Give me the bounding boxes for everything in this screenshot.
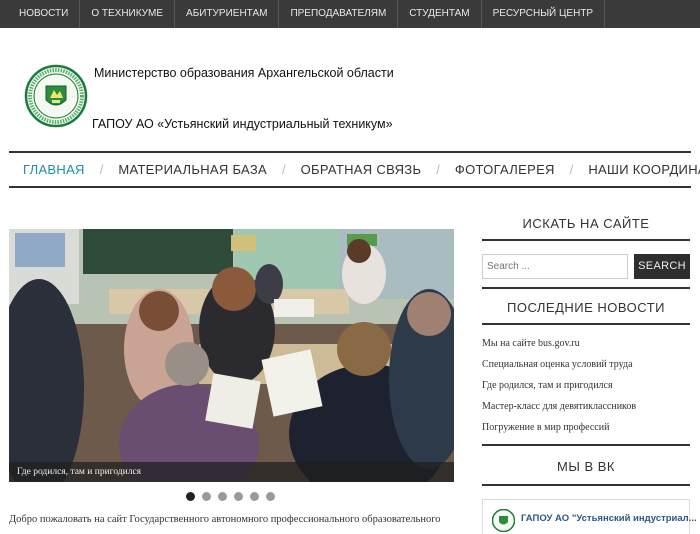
vk-group-avatar <box>492 509 515 532</box>
widget-divider <box>482 323 690 325</box>
image-slider[interactable]: Где родился, там и пригодился <box>9 229 454 482</box>
news-list: Мы на сайте bus.gov.ru Специальная оценк… <box>482 338 690 443</box>
topnav-applicants[interactable]: АБИТУРИЕНТАМ <box>175 0 280 28</box>
ministry-title: Министерство образования Архангельской о… <box>94 66 394 80</box>
news-item[interactable]: Мастер-класс для девятиклассников <box>482 401 690 422</box>
slider-dot[interactable] <box>234 492 243 501</box>
vk-widget-title: МЫ В ВК <box>557 459 615 474</box>
news-item[interactable]: Специальная оценка условий труда <box>482 359 690 380</box>
news-widget-title: ПОСЛЕДНИЕ НОВОСТИ <box>506 300 666 315</box>
nav-contacts[interactable]: НАШИ КООРДИНАТЫ <box>588 162 700 177</box>
topnav-news[interactable]: НОВОСТИ <box>0 0 81 28</box>
slider-dot[interactable] <box>218 492 227 501</box>
nav-separator: / <box>99 162 104 177</box>
nav-facilities[interactable]: МАТЕРИАЛЬНАЯ БАЗА <box>118 162 267 177</box>
slide-caption: Где родился, там и пригодился <box>9 462 454 482</box>
topnav-about[interactable]: О ТЕХНИКУМЕ <box>80 0 176 28</box>
site-logo[interactable] <box>24 64 88 128</box>
slider-dot[interactable] <box>250 492 259 501</box>
vk-group-widget[interactable]: ГАПОУ АО "Устьянский индустриал... <box>482 499 697 534</box>
topnav-resource-center[interactable]: РЕСУРСНЫЙ ЦЕНТР <box>482 0 606 28</box>
nav-separator: / <box>436 162 440 177</box>
nav-home[interactable]: ГЛАВНАЯ <box>23 162 85 177</box>
search-widget-title: ИСКАТЬ НА САЙТЕ <box>522 216 650 231</box>
search-input[interactable] <box>482 254 628 279</box>
topnav-students[interactable]: СТУДЕНТАМ <box>398 0 482 28</box>
main-navigation: ГЛАВНАЯ / МАТЕРИАЛЬНАЯ БАЗА / ОБРАТНАЯ С… <box>9 151 700 188</box>
slider-dot[interactable] <box>266 492 275 501</box>
news-item[interactable]: Погружение в мир профессий <box>482 422 690 443</box>
vk-group-name[interactable]: ГАПОУ АО "Устьянский индустриал... <box>521 513 697 524</box>
news-item[interactable]: Где родился, там и пригодился <box>482 380 690 401</box>
nav-photo-gallery[interactable]: ФОТОГАЛЕРЕЯ <box>455 162 555 177</box>
nav-feedback[interactable]: ОБРАТНАЯ СВЯЗЬ <box>301 162 422 177</box>
welcome-text: Добро пожаловать на сайт Государственног… <box>9 514 441 525</box>
slider-dot[interactable] <box>202 492 211 501</box>
topnav-teachers[interactable]: ПРЕПОДАВАТЕЛЯМ <box>279 0 399 28</box>
nav-separator: / <box>569 162 574 177</box>
slider-pagination <box>186 492 275 501</box>
organization-name: ГАПОУ АО «Устьянский индустриальный техн… <box>92 117 393 131</box>
search-button[interactable]: SEARCH <box>634 254 690 279</box>
slider-dot[interactable] <box>186 492 195 501</box>
news-item[interactable]: Мы на сайте bus.gov.ru <box>482 338 690 359</box>
widget-divider <box>482 239 690 241</box>
slide-photo <box>9 229 454 482</box>
nav-separator: / <box>281 162 286 177</box>
widget-divider <box>482 287 690 289</box>
top-navigation-bar: НОВОСТИ О ТЕХНИКУМЕ АБИТУРИЕНТАМ ПРЕПОДА… <box>0 0 700 28</box>
widget-divider <box>482 484 690 486</box>
widget-divider <box>482 444 690 446</box>
